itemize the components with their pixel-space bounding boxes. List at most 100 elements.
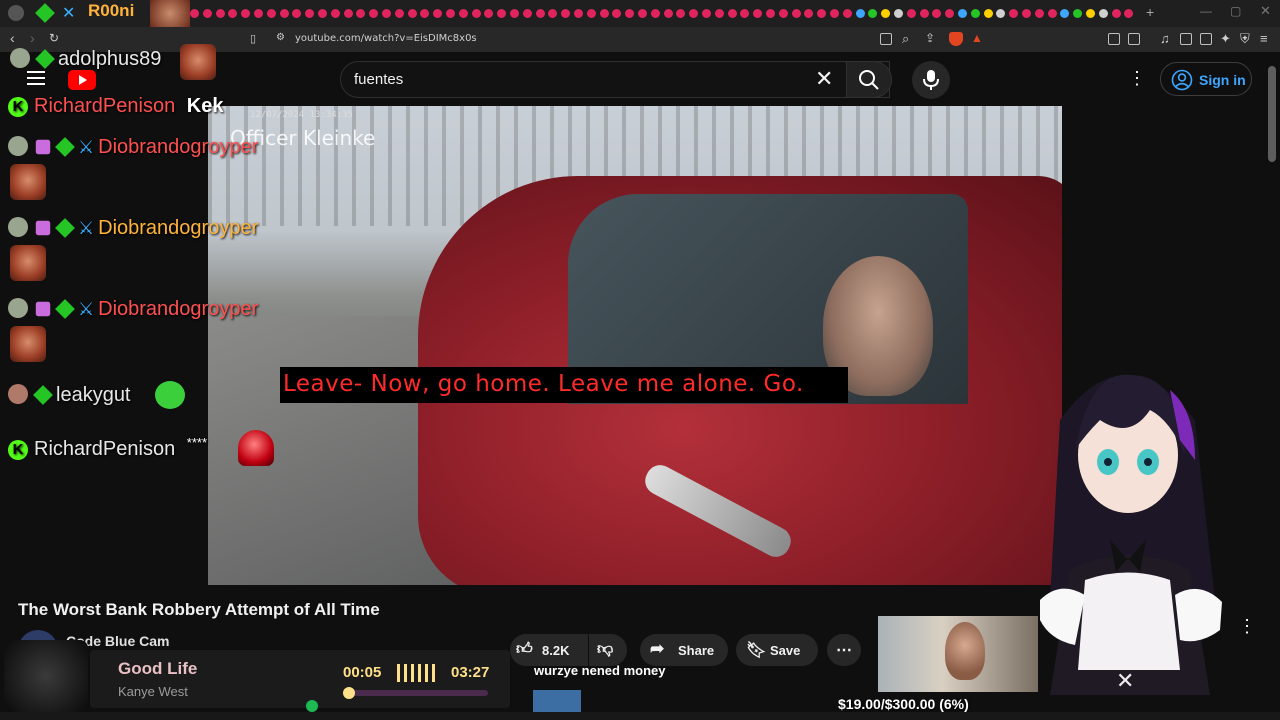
tab-favicon[interactable] xyxy=(1034,9,1044,18)
tab-favicon[interactable] xyxy=(522,9,532,18)
pinned-tab-sword-icon[interactable]: ✕ xyxy=(62,3,75,23)
tab-favicon[interactable] xyxy=(958,9,967,18)
pinned-tab-diamond-icon[interactable] xyxy=(35,3,55,23)
tab-favicon[interactable] xyxy=(689,9,699,18)
tab-favicon[interactable] xyxy=(1111,9,1121,18)
settings-dots-icon[interactable]: ⋮ xyxy=(1128,68,1146,89)
extensions-icon[interactable] xyxy=(1108,33,1120,45)
rewards-icon[interactable]: ▲ xyxy=(971,31,983,45)
clear-search-icon[interactable]: ✕ xyxy=(815,66,833,92)
vpn-icon[interactable]: ⛨ xyxy=(1240,31,1250,47)
tab-favicon[interactable] xyxy=(215,9,225,18)
tab-favicon[interactable] xyxy=(458,9,468,18)
reload-icon[interactable]: ↻ xyxy=(49,31,59,45)
tab-favicon[interactable] xyxy=(868,9,878,18)
tab-favicon[interactable] xyxy=(535,9,545,18)
tab-favicon[interactable] xyxy=(1086,9,1095,18)
tab-favicon[interactable] xyxy=(625,9,635,18)
tab-favicon[interactable] xyxy=(356,9,366,18)
tab-favicon[interactable] xyxy=(842,9,852,18)
more-actions-button[interactable]: ⋯ xyxy=(827,634,861,666)
dislike-button[interactable]: 👎︎ xyxy=(589,634,627,666)
browser-menu-icon[interactable]: ≡ xyxy=(1260,31,1268,46)
minimize-icon[interactable]: — xyxy=(1200,4,1212,18)
tab-favicon[interactable] xyxy=(778,9,788,18)
tab-favicon[interactable] xyxy=(1098,9,1108,18)
vertical-more-icon[interactable]: ⋮ xyxy=(1238,616,1256,637)
tab-favicon[interactable] xyxy=(1022,9,1031,18)
tab-favicon[interactable] xyxy=(382,9,391,18)
site-info-icon[interactable]: ⚙ xyxy=(276,32,285,43)
tab-favicon[interactable] xyxy=(279,9,289,18)
tab-favicon[interactable] xyxy=(945,9,955,18)
tab-favicon[interactable] xyxy=(881,9,891,18)
page-scrollbar[interactable] xyxy=(1268,66,1276,162)
music-icon[interactable]: ♫ xyxy=(1160,31,1170,46)
maximize-icon[interactable]: ▢ xyxy=(1230,4,1241,18)
tab-favicons-row[interactable] xyxy=(190,0,1140,27)
tab-favicon[interactable] xyxy=(1047,9,1057,18)
search-input[interactable] xyxy=(340,61,890,98)
tab-favicon[interactable] xyxy=(471,9,481,18)
tab-favicon[interactable] xyxy=(817,9,827,18)
tab-favicon[interactable] xyxy=(330,9,340,18)
tab-favicon[interactable] xyxy=(650,9,660,18)
voice-search-button[interactable] xyxy=(912,61,950,99)
url-field[interactable]: youtube.com/watch?v=EisDIMc8x0s xyxy=(295,33,477,44)
sign-in-button[interactable]: Sign in xyxy=(1160,62,1252,96)
tab-favicon[interactable] xyxy=(202,9,212,18)
tab-favicon[interactable] xyxy=(970,9,980,18)
tab-favicon[interactable] xyxy=(714,9,724,18)
new-tab-icon[interactable]: + xyxy=(1146,4,1154,20)
tab-favicon[interactable] xyxy=(1124,9,1134,18)
tab-favicon[interactable] xyxy=(906,9,916,18)
video-player[interactable]: 12/07/2024 13:34:35 Officer Kleinke xyxy=(208,106,1062,585)
close-window-icon[interactable]: ✕ xyxy=(1260,3,1271,19)
search-button[interactable] xyxy=(846,61,892,98)
tab-favicon[interactable] xyxy=(446,9,455,18)
tab-favicon[interactable] xyxy=(266,9,276,18)
tab-favicon[interactable] xyxy=(484,9,494,18)
tab-favicon[interactable] xyxy=(420,9,430,18)
tab-favicon[interactable] xyxy=(599,9,609,18)
tab-favicon[interactable] xyxy=(433,9,443,18)
tab-favicon[interactable] xyxy=(983,9,993,18)
tab-favicon[interactable] xyxy=(407,9,417,18)
tab-favicon[interactable] xyxy=(241,9,251,18)
tab-favicon[interactable] xyxy=(190,9,199,18)
screenshot-icon[interactable] xyxy=(1128,33,1140,45)
tab-favicon[interactable] xyxy=(791,9,801,18)
tab-favicon[interactable] xyxy=(318,9,327,18)
zoom-icon[interactable]: ⌕ xyxy=(902,31,909,47)
tab-favicon[interactable] xyxy=(753,9,763,18)
like-button[interactable]: 👍︎ 8.2K xyxy=(510,634,588,666)
share-button[interactable]: ➦ Share xyxy=(640,634,728,666)
brave-shield-icon[interactable] xyxy=(949,32,963,46)
tab-favicon[interactable] xyxy=(740,9,750,18)
tab-favicon[interactable] xyxy=(830,9,839,18)
save-button[interactable]: 🔖︎ Save xyxy=(736,634,818,666)
wallet-icon[interactable] xyxy=(1200,33,1212,45)
pinned-tab-icon[interactable] xyxy=(8,5,24,21)
tab-favicon[interactable] xyxy=(919,9,929,18)
tab-favicon[interactable] xyxy=(510,9,519,18)
tab-favicon[interactable] xyxy=(727,9,737,18)
tab-favicon[interactable] xyxy=(638,9,647,18)
tab-favicon[interactable] xyxy=(394,9,404,18)
tab-favicon[interactable] xyxy=(932,9,942,18)
tab-favicon[interactable] xyxy=(1060,9,1070,18)
tab-favicon[interactable] xyxy=(663,9,673,18)
tab-favicon[interactable] xyxy=(996,9,1006,18)
tab-favicon[interactable] xyxy=(369,9,379,18)
cast-icon[interactable] xyxy=(880,33,892,45)
sidebar-icon[interactable] xyxy=(1180,33,1192,45)
tab-favicon[interactable] xyxy=(676,9,686,18)
tab-favicon[interactable] xyxy=(548,9,558,18)
tab-favicon[interactable] xyxy=(228,9,238,18)
tab-favicon[interactable] xyxy=(894,9,903,18)
active-tab-label[interactable]: R00ni xyxy=(88,1,134,21)
tab-favicon[interactable] xyxy=(1073,9,1083,18)
tab-favicon[interactable] xyxy=(804,9,814,18)
tab-favicon[interactable] xyxy=(612,9,622,18)
tab-favicon[interactable] xyxy=(305,9,315,18)
